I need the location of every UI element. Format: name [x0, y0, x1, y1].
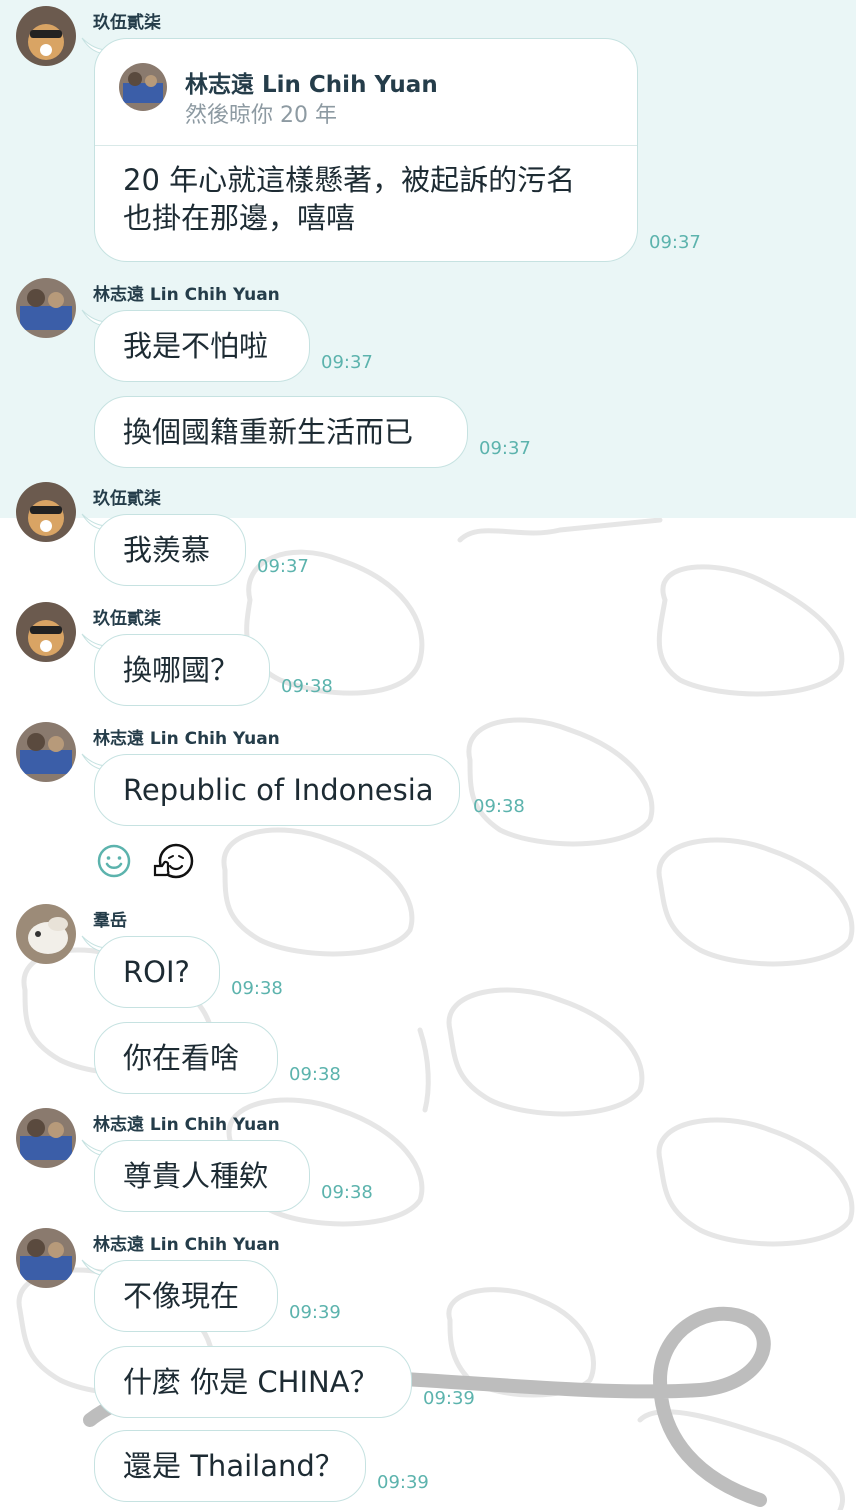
sender-name: 林志遠 Lin Chih Yuan: [93, 1115, 280, 1135]
avatar[interactable]: [16, 6, 76, 66]
message-text: 換個國籍重新生活而已: [123, 415, 414, 449]
message-time: 09:39: [289, 1302, 341, 1323]
sender-name: 林志遠 Lin Chih Yuan: [93, 1235, 280, 1255]
sender-name: 玖伍貳柒: [93, 489, 161, 509]
message-bubble[interactable]: 什麼 你是 CHINA？: [94, 1346, 412, 1418]
message-time: 09:38: [473, 796, 525, 817]
message-time: 09:39: [423, 1388, 475, 1409]
sender-name: 羣岳: [93, 911, 127, 931]
message-time: 09:37: [649, 232, 701, 253]
message-time: 09:38: [289, 1064, 341, 1085]
quoted-text: 然後晾你 20 年: [185, 103, 337, 128]
message-text-line: 也掛在那邊，嘻嘻: [123, 201, 356, 235]
message-text: 我是不怕啦: [123, 329, 269, 363]
message-time: 09:37: [321, 352, 373, 373]
message-bubble[interactable]: 不像現在: [94, 1260, 278, 1332]
message-bubble[interactable]: 換哪國？: [94, 634, 270, 706]
sender-name: 林志遠 Lin Chih Yuan: [93, 285, 280, 305]
quote-reply-bubble[interactable]: 林志遠 Lin Chih Yuan 然後晾你 20 年 20 年心就這樣懸著，被…: [94, 38, 638, 262]
avatar[interactable]: [16, 904, 76, 964]
message-text-line: 20 年心就這樣懸著，被起訴的污名: [123, 163, 576, 197]
message-text: Republic of Indonesia: [123, 773, 434, 807]
avatar[interactable]: [16, 1228, 76, 1288]
quoted-message[interactable]: 林志遠 Lin Chih Yuan 然後晾你 20 年: [95, 39, 637, 146]
message-bubble[interactable]: 還是 Thailand？: [94, 1430, 366, 1502]
sender-name: 玖伍貳柒: [93, 13, 161, 33]
message-text: 換哪國？: [123, 653, 240, 687]
message-bubble[interactable]: 換個國籍重新生活而已: [94, 396, 468, 468]
message-text: 我羨慕: [123, 533, 211, 567]
quoted-avatar: [119, 63, 167, 111]
message-time: 09:37: [479, 438, 531, 459]
sender-name: 林志遠 Lin Chih Yuan: [93, 729, 280, 749]
message-text: 你在看啥: [123, 1041, 240, 1075]
message-time: 09:38: [231, 978, 283, 999]
message-bubble[interactable]: 你在看啥: [94, 1022, 278, 1094]
thumbs-up-face-sticker-icon[interactable]: [152, 842, 194, 880]
quoted-sender-name: 林志遠 Lin Chih Yuan: [185, 72, 438, 98]
message-bubble[interactable]: 我是不怕啦: [94, 310, 310, 382]
smile-outline-icon[interactable]: [96, 843, 132, 879]
message-time: 09:38: [281, 676, 333, 697]
message-text: 還是 Thailand？: [123, 1449, 344, 1483]
avatar[interactable]: [16, 482, 76, 542]
avatar[interactable]: [16, 1108, 76, 1168]
avatar[interactable]: [16, 722, 76, 782]
message-time: 09:37: [257, 556, 309, 577]
message-time: 09:38: [321, 1182, 373, 1203]
message-bubble[interactable]: ROI?: [94, 936, 220, 1008]
message-bubble[interactable]: Republic of Indonesia: [94, 754, 460, 826]
message-text: 不像現在: [123, 1279, 240, 1313]
message-text: 尊貴人種欸: [123, 1159, 269, 1193]
message-bubble[interactable]: 我羨慕: [94, 514, 246, 586]
message-bubble[interactable]: 尊貴人種欸: [94, 1140, 310, 1212]
message-text: 20 年心就這樣懸著，被起訴的污名 也掛在那邊，嘻嘻: [123, 161, 623, 237]
avatar[interactable]: [16, 278, 76, 338]
message-time: 09:39: [377, 1472, 429, 1493]
sender-name: 玖伍貳柒: [93, 609, 161, 629]
avatar[interactable]: [16, 602, 76, 662]
message-text: 什麼 你是 CHINA？: [123, 1365, 379, 1399]
message-text: ROI?: [123, 955, 190, 989]
